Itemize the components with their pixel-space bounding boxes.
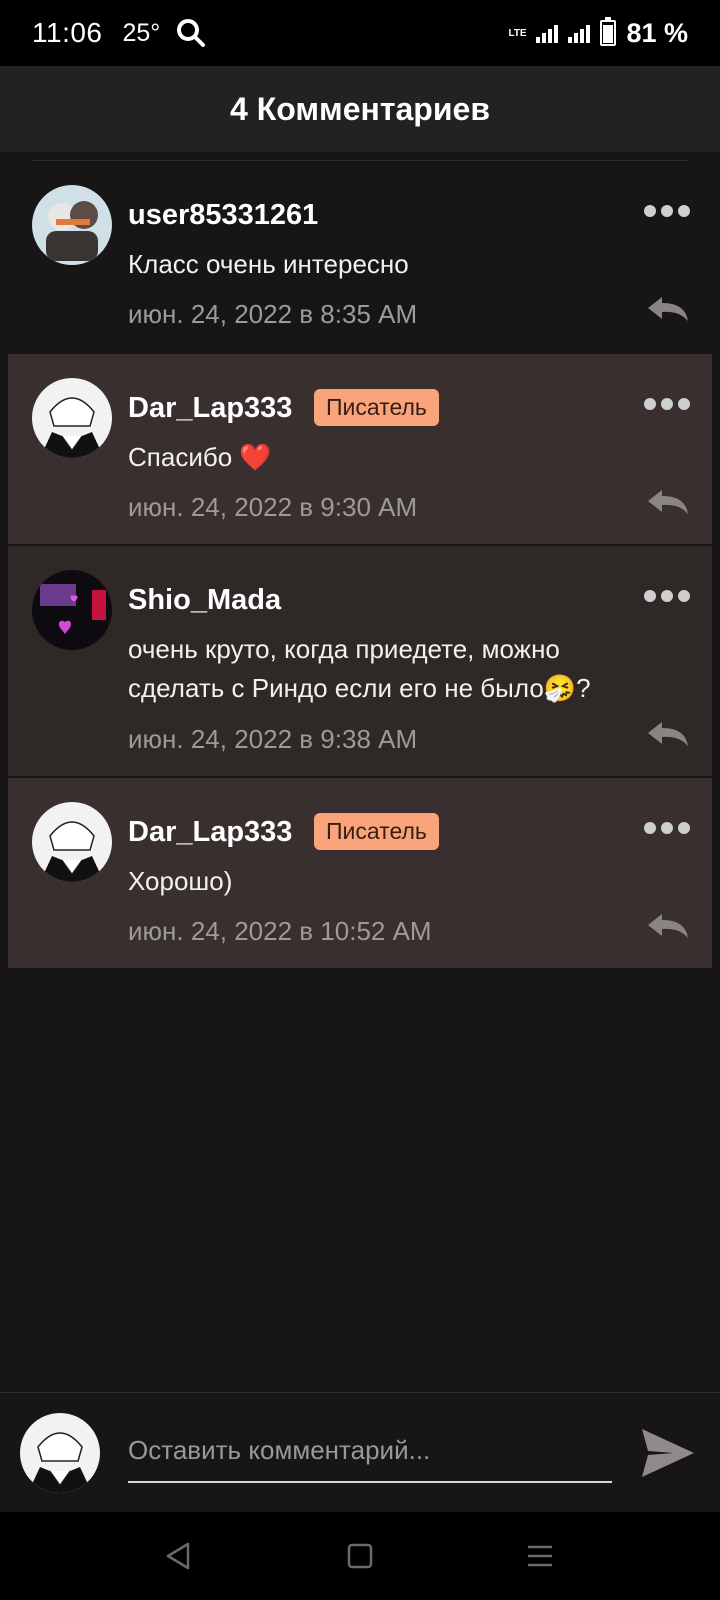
writer-badge: Писатель — [314, 813, 439, 850]
comment-username[interactable]: Dar_Lap333 — [128, 392, 292, 425]
more-options-icon[interactable] — [644, 822, 690, 834]
comment-username[interactable]: user85331261 — [128, 199, 318, 232]
comment-item: Dar_Lap333 Писатель Спасибо ❤️ июн. 24, … — [8, 354, 712, 544]
comments-header: 4 Комментариев — [0, 66, 720, 152]
avatar[interactable] — [32, 570, 112, 650]
search-icon — [176, 18, 206, 48]
comment-text: Класс очень интересно — [128, 249, 409, 279]
comment-text: Спасибо ❤️ — [128, 442, 272, 472]
status-temperature: 25° — [122, 18, 161, 47]
comment-item: Shio_Mada очень круто, когда приедете, м… — [8, 546, 712, 776]
comment-text: очень круто, когда приедете, можно сдела… — [128, 634, 591, 703]
comment-username[interactable]: Dar_Lap333 — [128, 816, 292, 849]
comment-timestamp: июн. 24, 2022 в 9:38 AM — [128, 724, 418, 754]
network-type: LTE — [508, 27, 527, 39]
recents-menu-icon[interactable] — [524, 1540, 556, 1572]
reply-icon[interactable] — [646, 912, 690, 940]
status-bar: 11:06 25° LTE 81 % — [0, 0, 720, 66]
battery-percent: 81 % — [626, 17, 688, 48]
status-indicators: LTE 81 % — [508, 17, 688, 49]
reply-icon[interactable] — [646, 488, 690, 516]
more-options-icon[interactable] — [644, 590, 690, 602]
page-title: 4 Комментариев — [230, 90, 490, 127]
avatar[interactable] — [32, 378, 112, 458]
comment-item: Dar_Lap333 Писатель Хорошо) июн. 24, 202… — [8, 778, 712, 968]
comment-username[interactable]: Shio_Mada — [128, 584, 281, 617]
signal-icon-2 — [568, 23, 591, 43]
more-options-icon[interactable] — [644, 398, 690, 410]
status-time: 11:06 — [32, 17, 103, 48]
avatar[interactable] — [32, 185, 112, 265]
avatar — [20, 1413, 100, 1493]
comment-item: user85331261 Класс очень интересно июн. … — [8, 161, 712, 353]
more-options-icon[interactable] — [644, 205, 690, 217]
comment-input[interactable] — [128, 1419, 612, 1483]
battery-icon — [600, 17, 617, 46]
comment-text: Хорошо) — [128, 866, 233, 896]
writer-badge: Писатель — [314, 389, 439, 426]
reply-icon[interactable] — [646, 720, 690, 748]
back-triangle-icon[interactable] — [162, 1540, 194, 1572]
home-square-icon[interactable] — [344, 1540, 376, 1572]
comment-timestamp: июн. 24, 2022 в 10:52 AM — [128, 916, 432, 946]
send-icon[interactable] — [640, 1425, 696, 1481]
comment-timestamp: июн. 24, 2022 в 9:30 AM — [128, 492, 418, 522]
reply-icon[interactable] — [646, 295, 690, 323]
avatar[interactable] — [32, 802, 112, 882]
comment-input-bar — [0, 1392, 720, 1512]
signal-icon — [536, 23, 559, 43]
comment-timestamp: июн. 24, 2022 в 8:35 AM — [128, 299, 418, 329]
system-nav-bar — [0, 1512, 720, 1600]
